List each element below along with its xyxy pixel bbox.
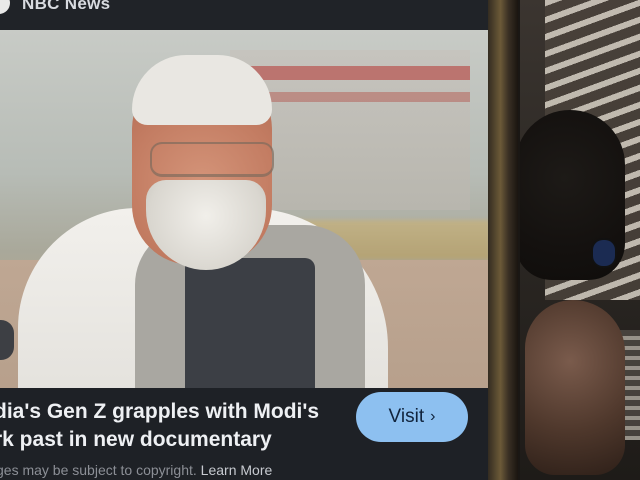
source-header: NBC News (0, 0, 488, 30)
article-image[interactable] (0, 30, 488, 388)
visit-label: Visit (388, 406, 425, 427)
article-caption: dia's Gen Z grapples with Modi's rk past… (0, 388, 488, 480)
building-stripe (262, 92, 470, 102)
copyright-notice: ges may be subject to copyright. Learn M… (0, 462, 272, 478)
learn-more-link[interactable]: Learn More (201, 462, 273, 478)
background-environment (505, 0, 640, 480)
headline-line: dia's Gen Z grapples with Modi's (0, 400, 320, 423)
overlay-button[interactable] (0, 320, 14, 360)
phone-edge (486, 0, 518, 480)
source-logo-icon (0, 0, 10, 14)
article-headline[interactable]: dia's Gen Z grapples with Modi's rk past… (0, 398, 354, 454)
source-name: NBC News (22, 0, 111, 13)
person-hair (132, 55, 272, 125)
person-jacket (185, 258, 315, 388)
headline-line: rk past in new documentary (0, 428, 272, 451)
copyright-text: ges may be subject to copyright. (0, 462, 197, 478)
visit-button[interactable]: Visit › (356, 392, 468, 442)
viewer-thumb (525, 300, 625, 475)
building-stripe (250, 66, 470, 80)
earbud (593, 240, 615, 266)
chevron-right-icon: › (430, 408, 436, 425)
phone: NBC News dia's Gen Z grapples with Modi'… (0, 0, 520, 480)
person-glasses (150, 142, 274, 177)
phone-screen: NBC News dia's Gen Z grapples with Modi'… (0, 0, 488, 480)
